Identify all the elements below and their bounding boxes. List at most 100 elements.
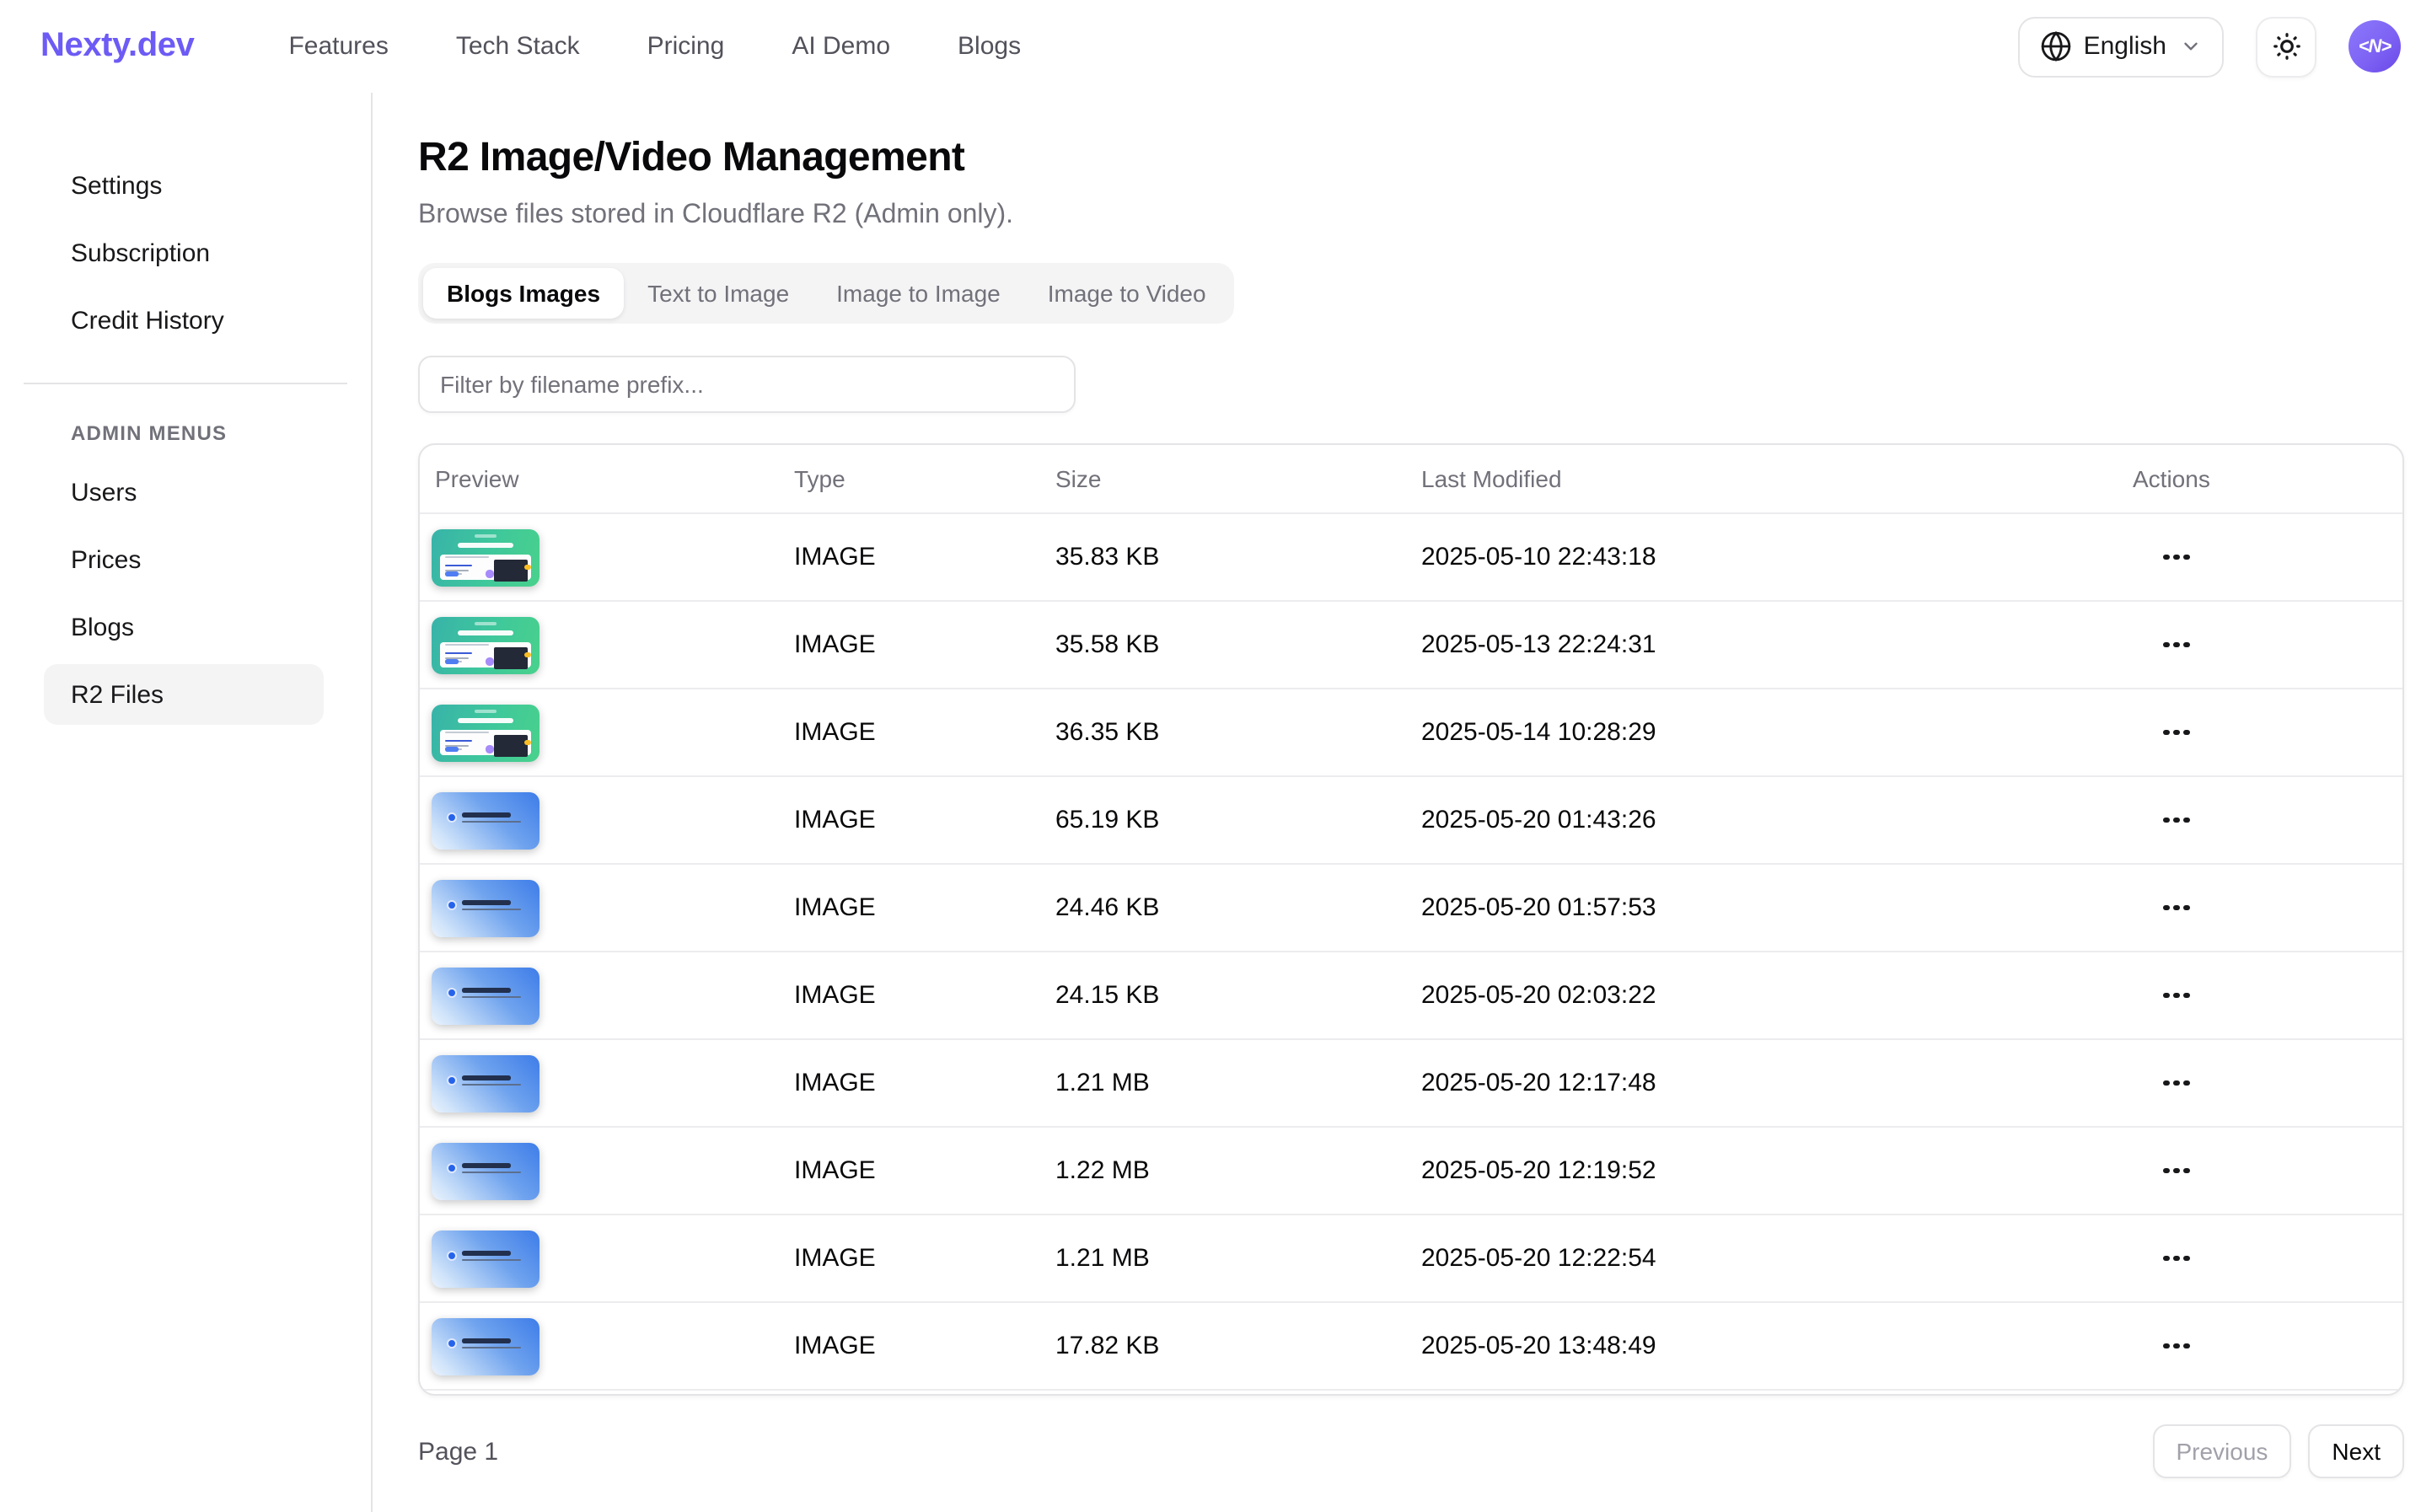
preview-cell [420,1317,794,1375]
main-content: R2 Image/Video Management Browse files s… [373,93,2421,1512]
tab-blogs-images[interactable]: Blogs Images [423,268,624,319]
user-avatar[interactable]: <N> [2349,20,2401,72]
preview-cell [420,1054,794,1112]
file-thumbnail [432,528,539,586]
column-header-last-modified: Last Modified [1421,465,2133,492]
type-cell: IMAGE [794,1156,1055,1185]
last-modified-cell: 2025-05-10 22:43:18 [1421,543,2133,571]
size-cell: 35.83 KB [1055,543,1421,571]
actions-cell [2133,1070,2402,1096]
sidebar-item-prices[interactable]: Prices [44,529,324,590]
size-cell: 17.82 KB [1055,1332,1421,1360]
type-cell: IMAGE [794,1332,1055,1360]
sidebar-item-credit-history[interactable]: Credit History [44,290,324,351]
last-modified-cell: 2025-05-14 10:28:29 [1421,718,2133,747]
actions-cell [2133,1158,2402,1184]
sun-icon [2270,30,2302,62]
tab-image-to-image[interactable]: Image to Image [813,268,1024,319]
file-thumbnail [432,1317,539,1375]
row-actions-button[interactable] [2153,807,2199,834]
file-thumbnail [432,791,539,849]
sidebar-admin-menu: UsersPrices Blogs R2 Files [0,462,371,725]
sidebar-divider [24,383,347,384]
type-cell: IMAGE [794,718,1055,747]
type-cell: IMAGE [794,806,1055,834]
row-actions-button[interactable] [2153,983,2199,1009]
files-table: PreviewTypeSizeLast ModifiedActions IMAG… [418,443,2404,1396]
nav-link-pricing[interactable]: Pricing [647,32,725,61]
column-header-type: Type [794,465,1055,492]
last-modified-cell: 2025-05-13 22:24:31 [1421,630,2133,659]
table-row: IMAGE65.19 KB2025-05-20 01:43:26 [420,775,2402,863]
preview-cell [420,791,794,849]
sidebar-item-r2-files[interactable]: R2 Files [44,664,324,725]
sidebar-item-settings[interactable]: Settings [44,155,324,216]
brand-logo[interactable]: Nexty.dev [40,27,194,66]
previous-page-button[interactable]: Previous [2152,1424,2291,1478]
size-cell: 35.58 KB [1055,630,1421,659]
nav-link-blogs[interactable]: Blogs [958,32,1021,61]
table-row: IMAGE1.21 MB2025-05-20 12:22:54 [420,1214,2402,1301]
tab-text-to-image[interactable]: Text to Image [624,268,813,319]
page-title: R2 Image/Video Management [418,135,2404,182]
last-modified-cell: 2025-05-20 13:48:49 [1421,1332,2133,1360]
size-cell: 1.21 MB [1055,1244,1421,1273]
last-modified-cell: 2025-05-20 02:03:22 [1421,981,2133,1010]
preview-cell [420,616,794,673]
sidebar-item-blogs[interactable]: Blogs [44,597,324,657]
size-cell: 24.46 KB [1055,893,1421,922]
file-thumbnail [432,704,539,761]
file-category-tabs: Blogs ImagesText to ImageImage to ImageI… [418,263,1235,324]
top-header: Nexty.dev Features Tech Stack Pricing AI De… [0,0,2421,93]
nav-link-tech-stack[interactable]: Tech Stack [456,32,580,61]
sidebar: Settings Subscription Credit History ADMIN… [0,93,373,1512]
table-header-row: PreviewTypeSizeLast ModifiedActions [420,445,2402,512]
row-actions-button[interactable] [2153,632,2199,658]
nav-link-ai-demo[interactable]: AI Demo [792,32,890,61]
size-cell: 1.22 MB [1055,1156,1421,1185]
file-thumbnail [432,616,539,673]
globe-icon [2040,30,2072,62]
actions-cell [2133,1333,2402,1359]
nav-link-features[interactable]: Features [288,32,388,61]
table-row: IMAGE1.22 MB2025-05-20 12:19:52 [420,1126,2402,1214]
page-subtitle: Browse files stored in Cloudflare R2 (Ad… [418,196,2404,236]
chevron-down-icon [2180,35,2202,57]
preview-cell [420,704,794,761]
column-header-size: Size [1055,465,1421,492]
preview-cell [420,967,794,1024]
size-cell: 65.19 KB [1055,806,1421,834]
last-modified-cell: 2025-05-20 12:17:48 [1421,1069,2133,1097]
file-thumbnail [432,1142,539,1199]
table-row: IMAGE1.21 MB2025-05-20 12:17:48 [420,1038,2402,1126]
table-row: IMAGE35.58 KB2025-05-13 22:24:31 [420,600,2402,688]
sidebar-item-users[interactable]: Users [44,462,324,523]
table-row: IMAGE36.35 KB2025-05-14 10:28:29 [420,688,2402,775]
type-cell: IMAGE [794,893,1055,922]
actions-cell [2133,895,2402,921]
sidebar-item-subscription[interactable]: Subscription [44,223,324,283]
filename-filter-input[interactable] [418,356,1076,413]
actions-cell [2133,983,2402,1009]
preview-cell [420,879,794,936]
language-label: English [2084,32,2166,61]
sidebar-section-label: ADMIN MENUS [71,421,371,445]
row-actions-button[interactable] [2153,895,2199,921]
page-indicator: Page 1 [418,1437,498,1466]
row-actions-button[interactable] [2153,1333,2199,1359]
row-actions-button[interactable] [2153,720,2199,746]
file-thumbnail [432,1054,539,1112]
row-actions-button[interactable] [2153,544,2199,571]
type-cell: IMAGE [794,1069,1055,1097]
file-thumbnail [432,879,539,936]
next-page-button[interactable]: Next [2308,1424,2404,1478]
language-selector-button[interactable]: English [2018,16,2224,77]
table-row: IMAGE35.83 KB2025-05-10 22:43:18 [420,512,2402,600]
row-actions-button[interactable] [2153,1158,2199,1184]
theme-toggle-button[interactable] [2256,16,2316,77]
row-actions-button[interactable] [2153,1246,2199,1272]
file-thumbnail [432,1230,539,1287]
tab-image-to-video[interactable]: Image to Video [1024,268,1230,319]
main-nav: Features Tech Stack Pricing AI Demo Blogs [288,32,1021,61]
row-actions-button[interactable] [2153,1070,2199,1096]
